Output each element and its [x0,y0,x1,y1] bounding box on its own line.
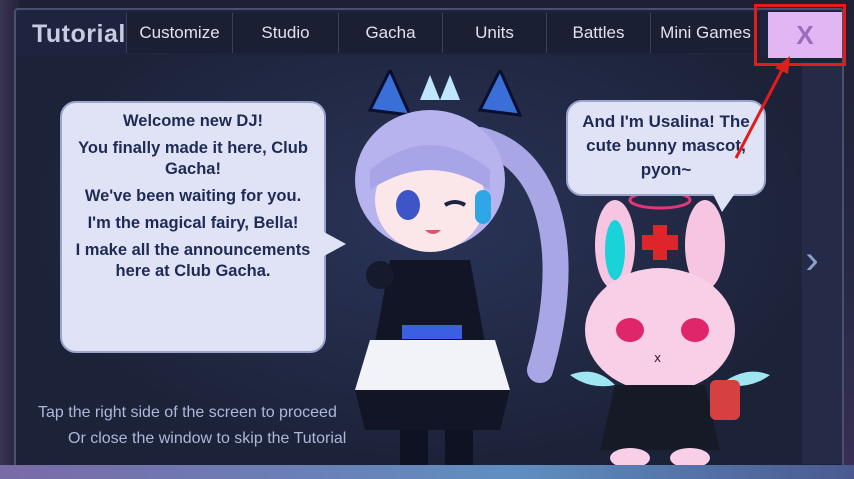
hint-proceed: Tap the right side of the screen to proc… [38,404,337,421]
usalina-character: x [570,190,770,468]
tab-mini-games[interactable]: Mini Games [650,13,760,53]
usalina-bubble-tail [712,192,736,212]
bella-line-3: We've been waiting for you. [84,187,302,205]
hint-skip: Or close the window to skip the Tutorial [68,430,347,447]
close-button-highlight [754,4,846,66]
tab-studio[interactable]: Studio [232,13,338,53]
chevron-right-icon[interactable]: › [792,236,832,284]
usalina-line: And I'm Usalina! The cute bunny mascot, … [582,112,750,179]
svg-text:x: x [654,351,661,365]
tab-units[interactable]: Units [442,13,546,53]
bottom-gradient-bar [0,465,854,479]
bella-speech-bubble: Welcome new DJ! You finally made it here… [60,101,326,353]
window-title: Tutorial [32,20,126,48]
bella-bubble-tail [324,232,346,256]
bella-line-2: You finally made it here, Club Gacha! [78,139,308,178]
tab-battles[interactable]: Battles [546,13,650,53]
bella-line-4: I'm the magical fairy, Bella! [87,214,299,232]
bella-character [355,70,569,479]
tab-gacha[interactable]: Gacha [338,13,442,53]
bella-line-5: I make all the announcements here at Clu… [75,241,311,280]
tab-bar: Customize Studio Gacha Units Battles Min… [126,13,842,55]
usalina-speech-bubble: And I'm Usalina! The cute bunny mascot, … [566,100,766,196]
bella-line-1: Welcome new DJ! [123,112,263,130]
tab-customize[interactable]: Customize [126,13,232,53]
